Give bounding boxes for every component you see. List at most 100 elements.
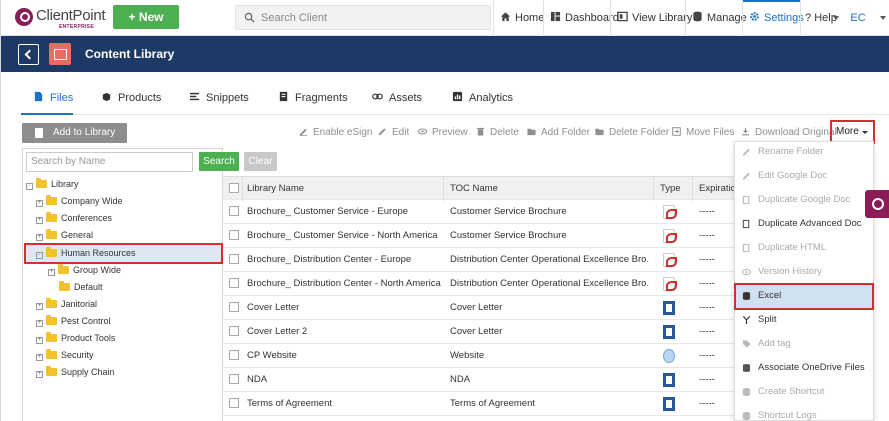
help-chevron-down-icon[interactable] <box>833 16 839 20</box>
tree-node[interactable]: + Company Wide <box>36 194 123 208</box>
menu-item-create-shortcut[interactable]: Create Shortcut <box>735 380 873 404</box>
row-checkbox[interactable] <box>229 254 239 264</box>
preview-button[interactable]: Preview <box>418 126 468 140</box>
clientpoint-logo[interactable]: ClientPoint ENTERPRISE <box>15 7 106 31</box>
tree-node[interactable]: + Pest Control <box>36 314 111 328</box>
column-header-type[interactable]: Type <box>660 177 690 201</box>
clientpoint-side-widget-icon[interactable] <box>865 190 889 218</box>
column-header-expiration[interactable]: Expiration <box>699 177 739 201</box>
tree-node[interactable]: Default <box>59 280 103 294</box>
tab-snippets[interactable]: Snippets <box>189 85 249 115</box>
tree-node[interactable]: + Security <box>36 348 94 362</box>
table-row[interactable]: Brochure_ Distribution Center - Europe D… <box>223 248 739 272</box>
menu-item-version-history[interactable]: Version History <box>735 260 873 284</box>
table-row[interactable]: CP Website Website ----- <box>223 344 739 368</box>
tree-node[interactable]: + Group Wide <box>48 263 121 277</box>
menu-item-label: Excel <box>758 290 782 301</box>
table-row[interactable]: Brochure_ Customer Service - Europe Cust… <box>223 200 739 224</box>
menu-item-shortcut-logs[interactable]: Shortcut Logs <box>735 404 873 421</box>
row-checkbox[interactable] <box>229 350 239 360</box>
row-checkbox[interactable] <box>229 398 239 408</box>
tree-node-label: Human Resources <box>61 248 136 258</box>
dashboard-icon <box>550 11 561 22</box>
column-header-library-name[interactable]: Library Name <box>247 177 442 201</box>
table-row[interactable]: NDA NDA ----- <box>223 368 739 392</box>
user-avatar[interactable]: EC <box>847 7 869 29</box>
table-row[interactable]: Cover Letter Cover Letter ----- <box>223 296 739 320</box>
tab-files[interactable]: Files <box>21 85 73 115</box>
expand-toggle[interactable]: + <box>36 354 43 361</box>
add-to-library-button[interactable]: Add to Library <box>22 123 127 154</box>
tree-node-human-resources[interactable]: - Human Resources <box>36 246 136 260</box>
expand-toggle[interactable]: + <box>36 217 43 224</box>
menu-item-duplicate-html[interactable]: Duplicate HTML <box>735 236 873 260</box>
tab-fragments[interactable]: Fragments <box>278 85 348 115</box>
tab-analytics[interactable]: Analytics <box>452 85 513 115</box>
menu-item-rename-folder[interactable]: Rename Folder <box>735 140 873 164</box>
menu-item-label: Split <box>758 314 777 325</box>
expand-toggle[interactable]: + <box>36 371 43 378</box>
tree-clear-button[interactable]: Clear <box>244 152 277 171</box>
tab-assets[interactable]: Assets <box>372 85 422 115</box>
row-checkbox[interactable] <box>229 302 239 312</box>
tab-products[interactable]: Products <box>101 85 161 115</box>
nav-home[interactable]: Home <box>493 0 544 36</box>
delete-button[interactable]: Delete <box>476 126 519 140</box>
tree-search-input[interactable]: Search by Name <box>26 152 193 172</box>
nav-help[interactable]: ? Help <box>800 0 837 36</box>
nav-manage[interactable]: Manage <box>685 0 747 36</box>
user-chevron-down-icon[interactable] <box>880 16 886 20</box>
row-checkbox[interactable] <box>229 278 239 288</box>
menu-item-edit-google-doc[interactable]: Edit Google Doc <box>735 164 873 188</box>
expand-toggle[interactable]: + <box>36 337 43 344</box>
tree-node[interactable]: - Library <box>26 177 79 191</box>
tree-node[interactable]: + Supply Chain <box>36 365 115 379</box>
menu-item-label: Duplicate HTML <box>758 242 827 253</box>
collapse-toggle[interactable]: - <box>36 252 43 259</box>
new-button[interactable]: + New <box>113 5 179 29</box>
move-files-button[interactable]: Move Files <box>672 126 734 140</box>
tree-node[interactable]: + Product Tools <box>36 331 115 345</box>
row-checkbox[interactable] <box>229 374 239 384</box>
enable-esign-button[interactable]: Enable eSign <box>299 126 373 140</box>
menu-item-excel[interactable]: Excel <box>735 284 873 308</box>
menu-item-duplicate-google-doc[interactable]: Duplicate Google Doc <box>735 188 873 212</box>
tree-node[interactable]: + General <box>36 228 93 242</box>
toc-name-cell: Customer Service Brochure <box>450 206 567 217</box>
menu-item-label: Version History <box>758 266 822 277</box>
table-row[interactable]: Brochure_ Customer Service - North Ameri… <box>223 224 739 248</box>
expand-toggle[interactable]: + <box>36 303 43 310</box>
tree-node[interactable]: + Janitorial <box>36 297 97 311</box>
tree-search-button[interactable]: Search <box>199 152 239 171</box>
column-divider <box>242 177 243 201</box>
back-button[interactable] <box>18 44 39 65</box>
table-row[interactable]: Brochure_ Distribution Center - North Am… <box>223 272 739 296</box>
menu-item-associate-onedrive-files[interactable]: Associate OneDrive Files <box>735 356 873 380</box>
nav-settings[interactable]: Settings <box>742 0 804 36</box>
download-original-button[interactable]: Download Original <box>741 126 837 140</box>
edit-button[interactable]: Edit <box>378 126 409 140</box>
nav-view-library[interactable]: View Library <box>610 0 692 36</box>
menu-item-split[interactable]: Split <box>735 308 873 332</box>
menu-item-add-tag[interactable]: Add tag <box>735 332 873 356</box>
table-row[interactable]: Cover Letter 2 Cover Letter ----- <box>223 320 739 344</box>
folder-icon <box>46 195 57 205</box>
nav-dashboard[interactable]: Dashboard <box>543 0 619 36</box>
expand-toggle[interactable]: + <box>36 234 43 241</box>
expand-toggle[interactable]: + <box>48 269 55 276</box>
menu-item-duplicate-advanced-doc[interactable]: Duplicate Advanced Doc <box>735 212 873 236</box>
table-row[interactable]: Terms of Agreement Terms of Agreement --… <box>223 392 739 416</box>
expand-toggle[interactable]: + <box>36 320 43 327</box>
add-folder-button[interactable]: Add Folder <box>527 126 590 140</box>
row-checkbox[interactable] <box>229 230 239 240</box>
tree-node[interactable]: + Conferences <box>36 211 112 225</box>
row-checkbox[interactable] <box>229 206 239 216</box>
pdf-file-icon <box>663 253 677 267</box>
select-all-checkbox[interactable] <box>229 183 239 193</box>
column-header-toc-name[interactable]: TOC Name <box>450 177 650 201</box>
expand-toggle[interactable]: + <box>36 200 43 207</box>
delete-folder-button[interactable]: Delete Folder <box>595 126 669 140</box>
client-search-input[interactable]: Search Client <box>235 5 491 30</box>
collapse-toggle[interactable]: - <box>26 183 33 190</box>
row-checkbox[interactable] <box>229 326 239 336</box>
